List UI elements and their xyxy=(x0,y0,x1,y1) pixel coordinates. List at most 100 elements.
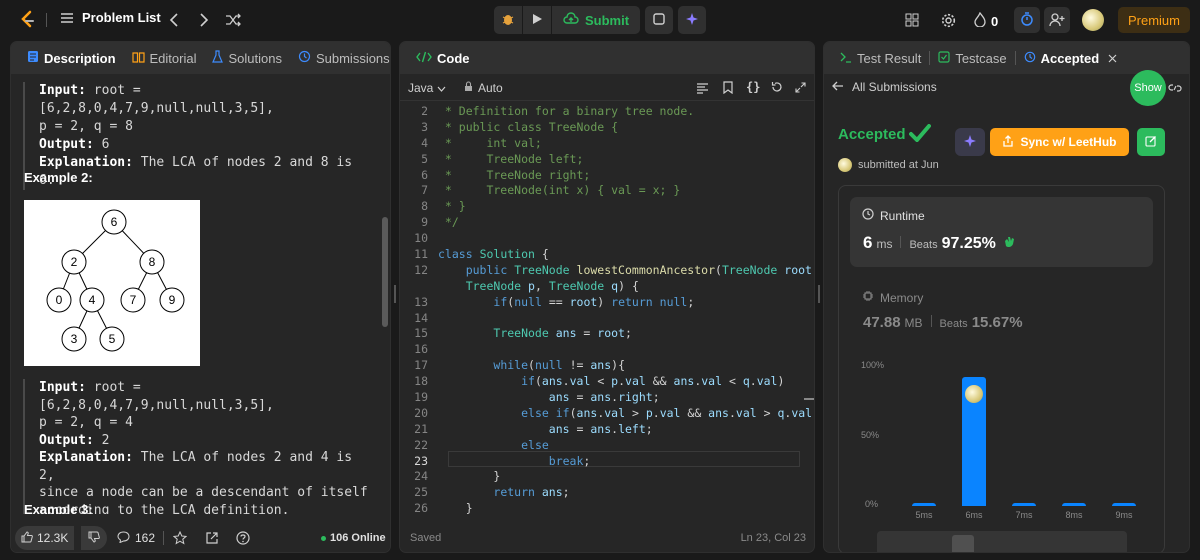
reset-icon[interactable] xyxy=(771,81,783,96)
tab-testcase[interactable]: Testcase xyxy=(930,42,1014,74)
arrow-left-icon xyxy=(832,80,844,94)
online-dot-icon xyxy=(321,535,326,541)
tab-description[interactable]: Description xyxy=(19,42,124,74)
code-editor[interactable]: 2 * Definition for a binary tree node. 3 … xyxy=(400,104,814,516)
input-value-cont: p = 2, q = 4 xyxy=(39,415,133,430)
code-tabbar: Code xyxy=(400,42,814,74)
help-icon[interactable] xyxy=(236,531,250,548)
avatar[interactable] xyxy=(1082,9,1104,31)
input-label: Input: xyxy=(39,380,86,395)
code-line: 20 else if(ans.val > p.val && ans.val > … xyxy=(400,406,814,422)
close-icon[interactable] xyxy=(1108,51,1117,66)
format-icon[interactable] xyxy=(696,82,709,97)
notes-button[interactable] xyxy=(645,6,673,34)
tab-solutions[interactable]: Solutions xyxy=(204,42,289,74)
slider-handle[interactable] xyxy=(952,535,974,552)
editor-toolbar: Java Auto {} xyxy=(400,75,814,101)
user-avatar xyxy=(838,158,852,172)
like-button[interactable]: 12.3K xyxy=(15,526,75,550)
premium-label: Premium xyxy=(1127,12,1180,28)
timer-button[interactable] xyxy=(1014,7,1040,33)
code-text: class Solution { xyxy=(438,247,549,262)
book-icon xyxy=(131,51,145,66)
tree-diagram: 6 2 8 0 4 7 9 3 5 xyxy=(24,200,200,366)
ai-assist-button[interactable] xyxy=(678,6,706,34)
code-text: TreeNode ans = root; xyxy=(493,326,632,341)
premium-button[interactable]: Premium xyxy=(1118,7,1190,33)
add-user-icon[interactable] xyxy=(1044,7,1070,33)
tab-submissions[interactable]: Submissions xyxy=(290,42,390,74)
layout-icon[interactable] xyxy=(904,12,920,28)
tab-test-result[interactable]: Test Result xyxy=(832,42,929,74)
chart-bar[interactable] xyxy=(1112,503,1136,506)
range-slider[interactable] xyxy=(877,531,1127,552)
code-line: 13 if(null == root) return null; xyxy=(400,295,814,311)
tab-editorial[interactable]: Editorial xyxy=(124,42,205,74)
language-value: Java xyxy=(408,81,434,95)
tab-accepted[interactable]: Accepted xyxy=(1016,42,1126,74)
chart-bar[interactable] xyxy=(1012,503,1036,506)
tab-editorial-label: Editorial xyxy=(149,50,197,66)
overview-ruler-marker xyxy=(804,398,814,400)
left-splitter[interactable] xyxy=(394,285,396,303)
sync-leethub-button[interactable]: Sync w/ LeetHub xyxy=(990,128,1129,156)
memory-card[interactable]: Memory 47.88 MB Beats 15.67% xyxy=(850,279,1153,339)
tab-code[interactable]: Code xyxy=(408,42,478,74)
flask-icon xyxy=(212,50,224,66)
ai-analyze-button[interactable] xyxy=(955,128,985,156)
description-scrollbar[interactable] xyxy=(382,217,388,327)
line-number: 5 xyxy=(421,151,428,166)
settings-gear-icon[interactable] xyxy=(940,12,956,28)
submit-button[interactable]: Submit xyxy=(552,6,640,34)
chart-bar[interactable] xyxy=(912,503,936,506)
share-icon[interactable] xyxy=(205,531,219,548)
leetcode-logo[interactable] xyxy=(18,10,38,30)
output-label: Output: xyxy=(39,137,94,152)
mode-select[interactable]: Auto xyxy=(464,81,503,95)
favorite-star-icon[interactable] xyxy=(172,530,188,548)
problem-list-button[interactable]: Problem List xyxy=(60,10,161,25)
code-panel: Code Java Auto {} 2 * Definition for a b… xyxy=(399,41,815,553)
streak-counter[interactable]: 0 xyxy=(974,11,998,30)
code-line: 16 xyxy=(400,342,814,358)
expand-icon[interactable] xyxy=(795,81,806,96)
output-value: 6 xyxy=(101,137,110,152)
line-number: 16 xyxy=(414,342,428,357)
run-button[interactable] xyxy=(523,6,551,34)
link-icon[interactable] xyxy=(1168,82,1182,97)
editor-status-bar: Saved Ln 23, Col 23 xyxy=(400,528,814,552)
explanation-line-2: since a node can be a descendant of itse… xyxy=(39,485,368,500)
braces-icon[interactable]: {} xyxy=(746,80,760,94)
lock-icon xyxy=(464,81,473,95)
list-icon xyxy=(60,11,74,25)
runtime-beats-value: 97.25% xyxy=(941,235,996,252)
bookmark-icon[interactable] xyxy=(723,81,733,97)
memory-title: Memory xyxy=(862,290,923,305)
debug-button[interactable] xyxy=(494,6,522,34)
code-line: 17 while(null != ans){ xyxy=(400,358,814,374)
chart-bar[interactable] xyxy=(1062,503,1086,506)
x-tick-label: 9ms xyxy=(1115,510,1133,520)
right-splitter[interactable] xyxy=(818,285,820,303)
chart-bar[interactable] xyxy=(962,377,986,506)
code-line: TreeNode p, TreeNode q) { xyxy=(400,279,814,295)
language-select[interactable]: Java xyxy=(408,81,446,95)
prev-problem-button[interactable] xyxy=(166,11,182,29)
all-submissions-link[interactable]: All Submissions xyxy=(832,80,937,94)
edit-button[interactable] xyxy=(1137,128,1165,156)
all-submissions-label: All Submissions xyxy=(852,80,937,94)
code-text: return ans; xyxy=(493,485,570,500)
runtime-title-label: Runtime xyxy=(880,208,925,223)
next-problem-button[interactable] xyxy=(196,11,212,29)
code-line: 26 } xyxy=(400,501,814,516)
user-avatar-marker xyxy=(965,385,983,404)
runtime-card[interactable]: Runtime 6 ms Beats 97.25% xyxy=(850,197,1153,267)
comments-button[interactable]: 162 xyxy=(111,526,161,550)
code-line: 14 xyxy=(400,311,814,327)
show-button[interactable]: Show xyxy=(1130,70,1166,106)
shuffle-icon[interactable] xyxy=(224,11,242,29)
code-line: 25 return ans; xyxy=(400,485,814,501)
submit-label: Submit xyxy=(584,12,630,28)
dislike-button[interactable] xyxy=(81,526,107,550)
line-number: 11 xyxy=(414,247,428,262)
